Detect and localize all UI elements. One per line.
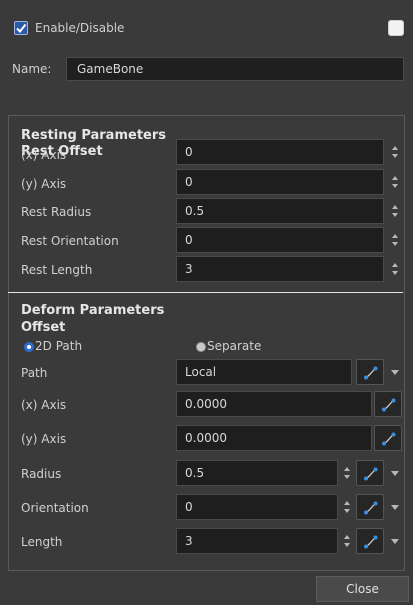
path-function-button[interactable]: [356, 359, 384, 385]
deform-x-axis-function-button[interactable]: [374, 391, 402, 417]
name-label: Name:: [12, 62, 52, 76]
radius-spinner-icon[interactable]: [343, 466, 351, 480]
orientation-spinner-icon[interactable]: [343, 500, 351, 514]
function-curve-icon: [364, 535, 378, 549]
radio-separate[interactable]: [196, 342, 206, 352]
length-function-button[interactable]: [356, 528, 384, 554]
bone-module-window: Enable/Disable Name: GameBone Resting Pa…: [0, 0, 413, 605]
radius-input[interactable]: 0.5: [176, 460, 338, 486]
deform-y-axis-function-button[interactable]: [374, 425, 402, 451]
rest-x-axis-label: (x) Axis: [21, 148, 67, 162]
close-button[interactable]: Close: [316, 576, 409, 602]
function-curve-icon: [364, 467, 378, 481]
length-input[interactable]: 3: [176, 528, 338, 554]
deform-y-axis-input[interactable]: 0.0000: [176, 425, 372, 451]
deform-x-axis-label: (x) Axis: [21, 398, 67, 412]
length-spinner-icon[interactable]: [343, 534, 351, 548]
rest-orientation-input[interactable]: 0: [176, 227, 384, 253]
length-dropdown-arrow-icon[interactable]: [391, 539, 399, 544]
radio-2d-path-label: 2D Path: [35, 339, 83, 353]
color-swatch-checkbox[interactable]: [388, 20, 404, 36]
checkmark-icon: [16, 23, 27, 34]
rest-radius-spinner-icon[interactable]: [391, 204, 399, 218]
deform-parameters-title: Deform Parameters: [21, 303, 165, 318]
deform-y-axis-label: (y) Axis: [21, 432, 67, 446]
rest-length-label: Rest Length: [21, 263, 93, 277]
function-curve-icon: [382, 398, 396, 412]
radio-2d-path[interactable]: [24, 342, 34, 352]
radio-separate-label: Separate: [207, 339, 262, 353]
rest-x-axis-input[interactable]: 0: [176, 139, 384, 165]
orientation-dropdown-arrow-icon[interactable]: [391, 505, 399, 510]
orientation-function-button[interactable]: [356, 494, 384, 520]
rest-x-axis-spinner-icon[interactable]: [391, 145, 399, 159]
orientation-label: Orientation: [21, 501, 89, 515]
orientation-input[interactable]: 0: [176, 494, 338, 520]
enable-checkbox[interactable]: [14, 21, 28, 35]
deform-x-axis-input[interactable]: 0.0000: [176, 391, 372, 417]
path-label: Path: [21, 366, 48, 380]
rest-y-axis-label: (y) Axis: [21, 177, 67, 191]
rest-y-axis-spinner-icon[interactable]: [391, 175, 399, 189]
enable-label: Enable/Disable: [35, 21, 125, 35]
radius-function-button[interactable]: [356, 460, 384, 486]
rest-orientation-spinner-icon[interactable]: [391, 233, 399, 247]
section-separator: [8, 292, 403, 293]
radius-dropdown-arrow-icon[interactable]: [391, 471, 399, 476]
rest-radius-label: Rest Radius: [21, 205, 92, 219]
rest-length-input[interactable]: 3: [176, 256, 384, 282]
resting-parameters-title: Resting Parameters: [21, 128, 166, 143]
length-label: Length: [21, 535, 63, 549]
rest-orientation-label: Rest Orientation: [21, 234, 119, 248]
deform-offset-title: Offset: [21, 320, 66, 335]
function-curve-icon: [364, 366, 378, 380]
path-input[interactable]: Local: [176, 359, 352, 385]
rest-radius-input[interactable]: 0.5: [176, 198, 384, 224]
name-input[interactable]: GameBone: [66, 57, 404, 81]
radius-label: Radius: [21, 467, 62, 481]
path-dropdown-arrow-icon[interactable]: [391, 370, 399, 375]
rest-length-spinner-icon[interactable]: [391, 262, 399, 276]
function-curve-icon: [382, 432, 396, 446]
function-curve-icon: [364, 501, 378, 515]
rest-y-axis-input[interactable]: 0: [176, 169, 384, 195]
